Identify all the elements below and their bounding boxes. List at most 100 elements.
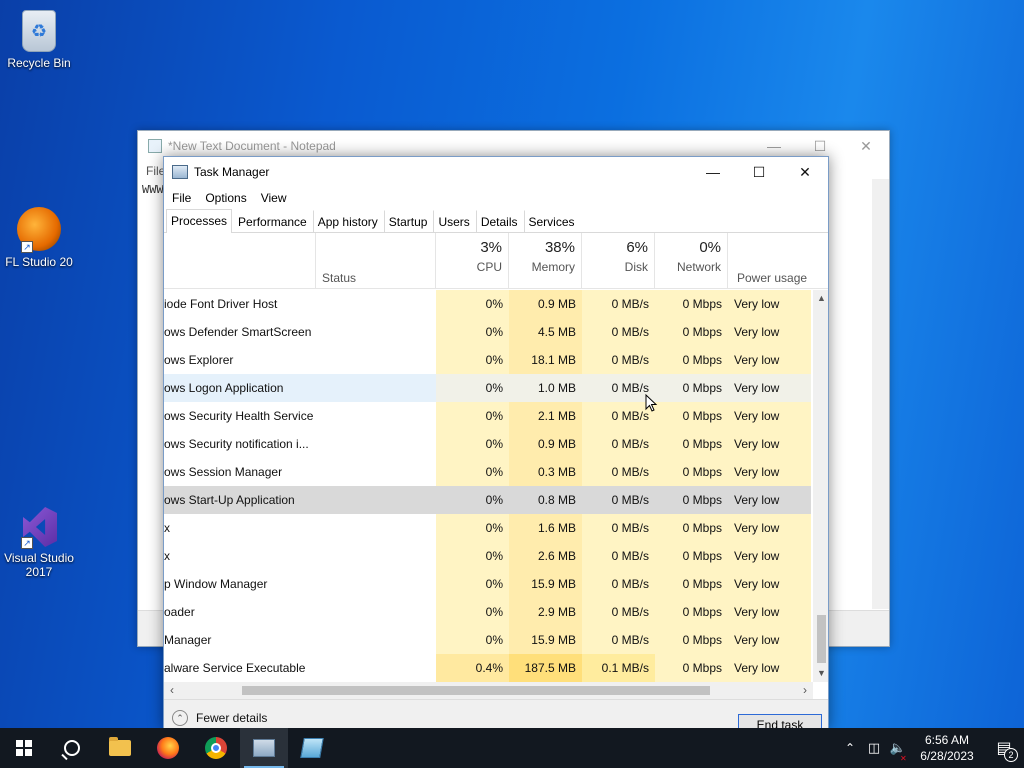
process-row[interactable]: ows Defender SmartScreen 0% 4.5 MB 0 MB/s 0 …	[164, 318, 813, 346]
action-center-button[interactable]: ▤ 2	[984, 728, 1024, 768]
horizontal-scrollbar[interactable]: ‹ ›	[164, 682, 813, 699]
notepad-close-button[interactable]: ✕	[843, 131, 889, 161]
process-name: ows Start-Up Application	[164, 486, 436, 514]
scroll-up-arrow-icon[interactable]: ▲	[813, 290, 828, 307]
process-power-usage: Very low	[728, 402, 811, 430]
volume-muted-icon[interactable]: 🔈 ✕	[886, 740, 910, 763]
tab-bar: Processes Performance App history Startu…	[164, 209, 828, 233]
process-memory: 0.8 MB	[509, 486, 582, 514]
start-button[interactable]	[0, 728, 48, 768]
tab-performance[interactable]: Performance	[233, 210, 312, 232]
windows-logo-icon	[16, 740, 32, 756]
column-header-row: Status 3% CPU 38% Memory 6% Disk 0% Netw…	[164, 233, 828, 289]
process-network: 0 Mbps	[655, 514, 728, 542]
column-header-disk[interactable]: 6% Disk	[582, 233, 655, 289]
process-row[interactable]: ows Explorer 0% 18.1 MB 0 MB/s 0 Mbps Very lo…	[164, 346, 813, 374]
process-cpu: 0%	[436, 290, 509, 318]
process-memory: 2.1 MB	[509, 402, 582, 430]
scroll-left-arrow-icon[interactable]: ‹	[170, 682, 174, 699]
taskbar-notepad[interactable]	[288, 728, 336, 768]
process-row[interactable]: alware Service Executable 0.4% 187.5 MB 0.1…	[164, 654, 813, 682]
process-memory: 0.9 MB	[509, 430, 582, 458]
menu-file[interactable]: File	[172, 191, 191, 205]
process-row[interactable]: ows Security notification i... 0% 0.9 MB 0 …	[164, 430, 813, 458]
desktop-icon-label: Recycle Bin	[7, 56, 71, 70]
process-memory: 18.1 MB	[509, 346, 582, 374]
column-header-network[interactable]: 0% Network	[655, 233, 728, 289]
minimize-button[interactable]: —	[690, 157, 736, 187]
tab-users[interactable]: Users	[433, 210, 474, 232]
column-header-status-label: Status	[322, 271, 357, 285]
tab-processes[interactable]: Processes	[166, 209, 233, 233]
column-header-memory[interactable]: 38% Memory	[509, 233, 582, 289]
process-row[interactable]: iode Font Driver Host 0% 0.9 MB 0 MB/s 0 Mbp…	[164, 290, 813, 318]
desktop-icon-visual-studio[interactable]: ↗ Visual Studio 2017	[1, 503, 77, 579]
desktop-icon-fl-studio[interactable]: ↗ FL Studio 20	[1, 207, 77, 269]
process-row[interactable]: ows Security Health Service 0% 2.1 MB 0 MB/…	[164, 402, 813, 430]
scroll-down-arrow-icon[interactable]: ▼	[813, 665, 828, 682]
process-name: ows Security notification i...	[164, 437, 309, 451]
notepad-vertical-scrollbar[interactable]	[872, 179, 889, 609]
process-disk: 0 MB/s	[582, 290, 655, 318]
network-icon[interactable]: ◫	[862, 740, 886, 756]
fewer-details-button[interactable]: ⌃ Fewer details	[172, 710, 267, 726]
process-cpu: 0%	[436, 542, 509, 570]
cpu-total-percent: 3%	[480, 239, 502, 256]
process-name: p Window Manager	[164, 577, 268, 591]
process-cpu: 0%	[436, 374, 509, 402]
shortcut-arrow-icon: ↗	[21, 537, 33, 549]
clock[interactable]: 6:56 AM 6/28/2023	[910, 732, 984, 764]
horizontal-scroll-thumb[interactable]	[242, 686, 710, 695]
search-button[interactable]	[48, 728, 96, 768]
tab-startup[interactable]: Startup	[383, 210, 433, 232]
file-explorer-icon	[109, 737, 131, 756]
task-manager-window[interactable]: Task Manager — ☐ ✕ File Options View Pro…	[163, 156, 829, 730]
process-list[interactable]: iode Font Driver Host 0% 0.9 MB 0 MB/s 0 Mbp…	[164, 290, 813, 682]
recycle-bin-icon	[22, 10, 56, 52]
firefox-icon	[157, 737, 179, 759]
process-power-usage: Very low	[728, 346, 811, 374]
column-header-cpu[interactable]: 3% CPU	[436, 233, 509, 289]
tab-details[interactable]: Details	[475, 210, 523, 232]
taskbar-firefox[interactable]	[144, 728, 192, 768]
taskbar-file-explorer[interactable]	[96, 728, 144, 768]
process-network: 0 Mbps	[655, 570, 728, 598]
notepad-title: *New Text Document - Notepad	[168, 139, 336, 153]
process-power-usage: Very low	[728, 598, 811, 626]
process-row[interactable]: Manager 0% 15.9 MB 0 MB/s 0 Mbps Very low	[164, 626, 813, 654]
process-cpu: 0%	[436, 430, 509, 458]
chevron-up-icon: ⌃	[172, 710, 188, 726]
tab-app-history[interactable]: App history	[312, 210, 383, 232]
notepad-text-area[interactable]: WWW	[142, 183, 164, 197]
taskbar-task-manager[interactable]	[240, 728, 288, 768]
task-manager-title: Task Manager	[194, 165, 270, 179]
process-cpu: 0.4%	[436, 654, 509, 682]
process-power-usage: Very low	[728, 374, 811, 402]
column-header-name[interactable]	[164, 233, 316, 289]
vertical-scroll-thumb[interactable]	[817, 615, 826, 663]
process-row[interactable]: ows Session Manager 0% 0.3 MB 0 MB/s 0 Mbps V…	[164, 458, 813, 486]
close-button[interactable]: ✕	[782, 157, 828, 187]
process-cpu: 0%	[436, 486, 509, 514]
process-row[interactable]: oader 0% 2.9 MB 0 MB/s 0 Mbps Very low	[164, 598, 813, 626]
process-network: 0 Mbps	[655, 542, 728, 570]
process-memory: 2.6 MB	[509, 542, 582, 570]
process-row[interactable]: p Window Manager 0% 15.9 MB 0 MB/s 0 Mbps Ver…	[164, 570, 813, 598]
maximize-button[interactable]: ☐	[736, 157, 782, 187]
show-hidden-icons-chevron-icon[interactable]: ⌃	[838, 741, 862, 755]
process-disk: 0 MB/s	[582, 570, 655, 598]
menu-view[interactable]: View	[261, 191, 287, 205]
process-row[interactable]: ows Logon Application 0% 1.0 MB 0 MB/s 0 Mbp…	[164, 374, 813, 402]
desktop-icon-recycle-bin[interactable]: Recycle Bin	[1, 10, 77, 70]
process-row[interactable]: x 0% 1.6 MB 0 MB/s 0 Mbps Very low	[164, 514, 813, 542]
taskbar-chrome[interactable]	[192, 728, 240, 768]
process-power-usage: Very low	[728, 542, 811, 570]
chrome-icon	[205, 737, 227, 759]
process-row[interactable]: ows Start-Up Application 0% 0.8 MB 0 MB/s 0 …	[164, 486, 813, 514]
menu-options[interactable]: Options	[205, 191, 246, 205]
scroll-right-arrow-icon[interactable]: ›	[803, 682, 807, 699]
tab-services[interactable]: Services	[523, 210, 580, 232]
process-row[interactable]: x 0% 2.6 MB 0 MB/s 0 Mbps Very low	[164, 542, 813, 570]
memory-total-percent: 38%	[544, 239, 575, 256]
vertical-scrollbar[interactable]: ▲ ▼	[813, 290, 828, 682]
